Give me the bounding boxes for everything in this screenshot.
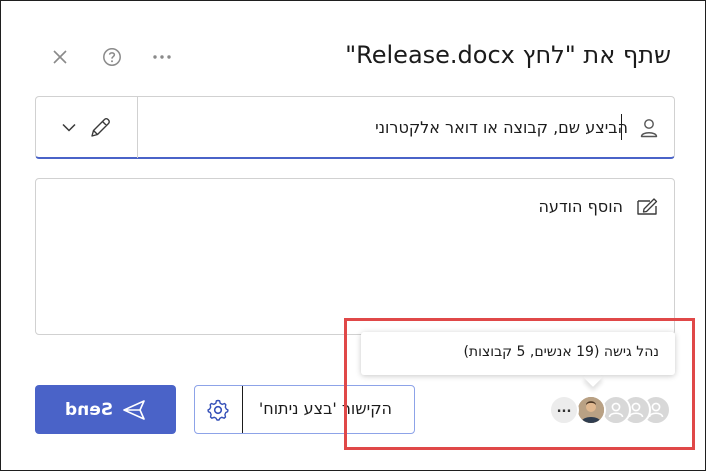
close-button[interactable] bbox=[45, 42, 75, 72]
message-input[interactable] bbox=[48, 197, 623, 223]
to-field-divider bbox=[137, 97, 138, 158]
permission-dropdown[interactable] bbox=[36, 97, 137, 158]
help-icon bbox=[103, 48, 121, 66]
send-button[interactable]: Send bbox=[35, 385, 176, 434]
manage-access-tooltip: נהל גישה (19 אנשים, 5 קבוצות) bbox=[361, 332, 675, 375]
share-dialog: שתף את "לחץ Release.docx" Send bbox=[0, 0, 706, 471]
pencil-icon bbox=[90, 117, 110, 137]
more-people-label: ... bbox=[556, 400, 572, 416]
text-cursor bbox=[621, 114, 622, 140]
send-button-label: Send bbox=[65, 399, 114, 420]
gear-icon[interactable] bbox=[206, 398, 230, 422]
chevron-down-icon bbox=[61, 123, 76, 132]
tooltip-text: נהל גישה (19 אנשים, 5 קבוצות) bbox=[463, 344, 659, 360]
person-icon bbox=[640, 119, 658, 138]
dialog-title: שתף את "לחץ Release.docx" bbox=[345, 41, 671, 69]
close-icon bbox=[53, 50, 67, 64]
link-settings-divider bbox=[242, 386, 243, 433]
more-people-avatar: ... bbox=[549, 395, 579, 425]
more-options-button[interactable] bbox=[147, 42, 177, 72]
message-edit-icon bbox=[637, 198, 658, 215]
recipients-input[interactable] bbox=[148, 111, 628, 143]
send-icon bbox=[122, 399, 145, 420]
person-photo-icon bbox=[578, 397, 604, 423]
person-placeholder-icon bbox=[608, 402, 624, 418]
help-button[interactable] bbox=[97, 42, 127, 72]
person-avatar bbox=[576, 395, 606, 425]
more-options-icon bbox=[153, 55, 171, 59]
recipients-field bbox=[35, 96, 675, 159]
manage-access-button[interactable]: ... bbox=[549, 395, 671, 427]
message-field bbox=[35, 178, 675, 335]
